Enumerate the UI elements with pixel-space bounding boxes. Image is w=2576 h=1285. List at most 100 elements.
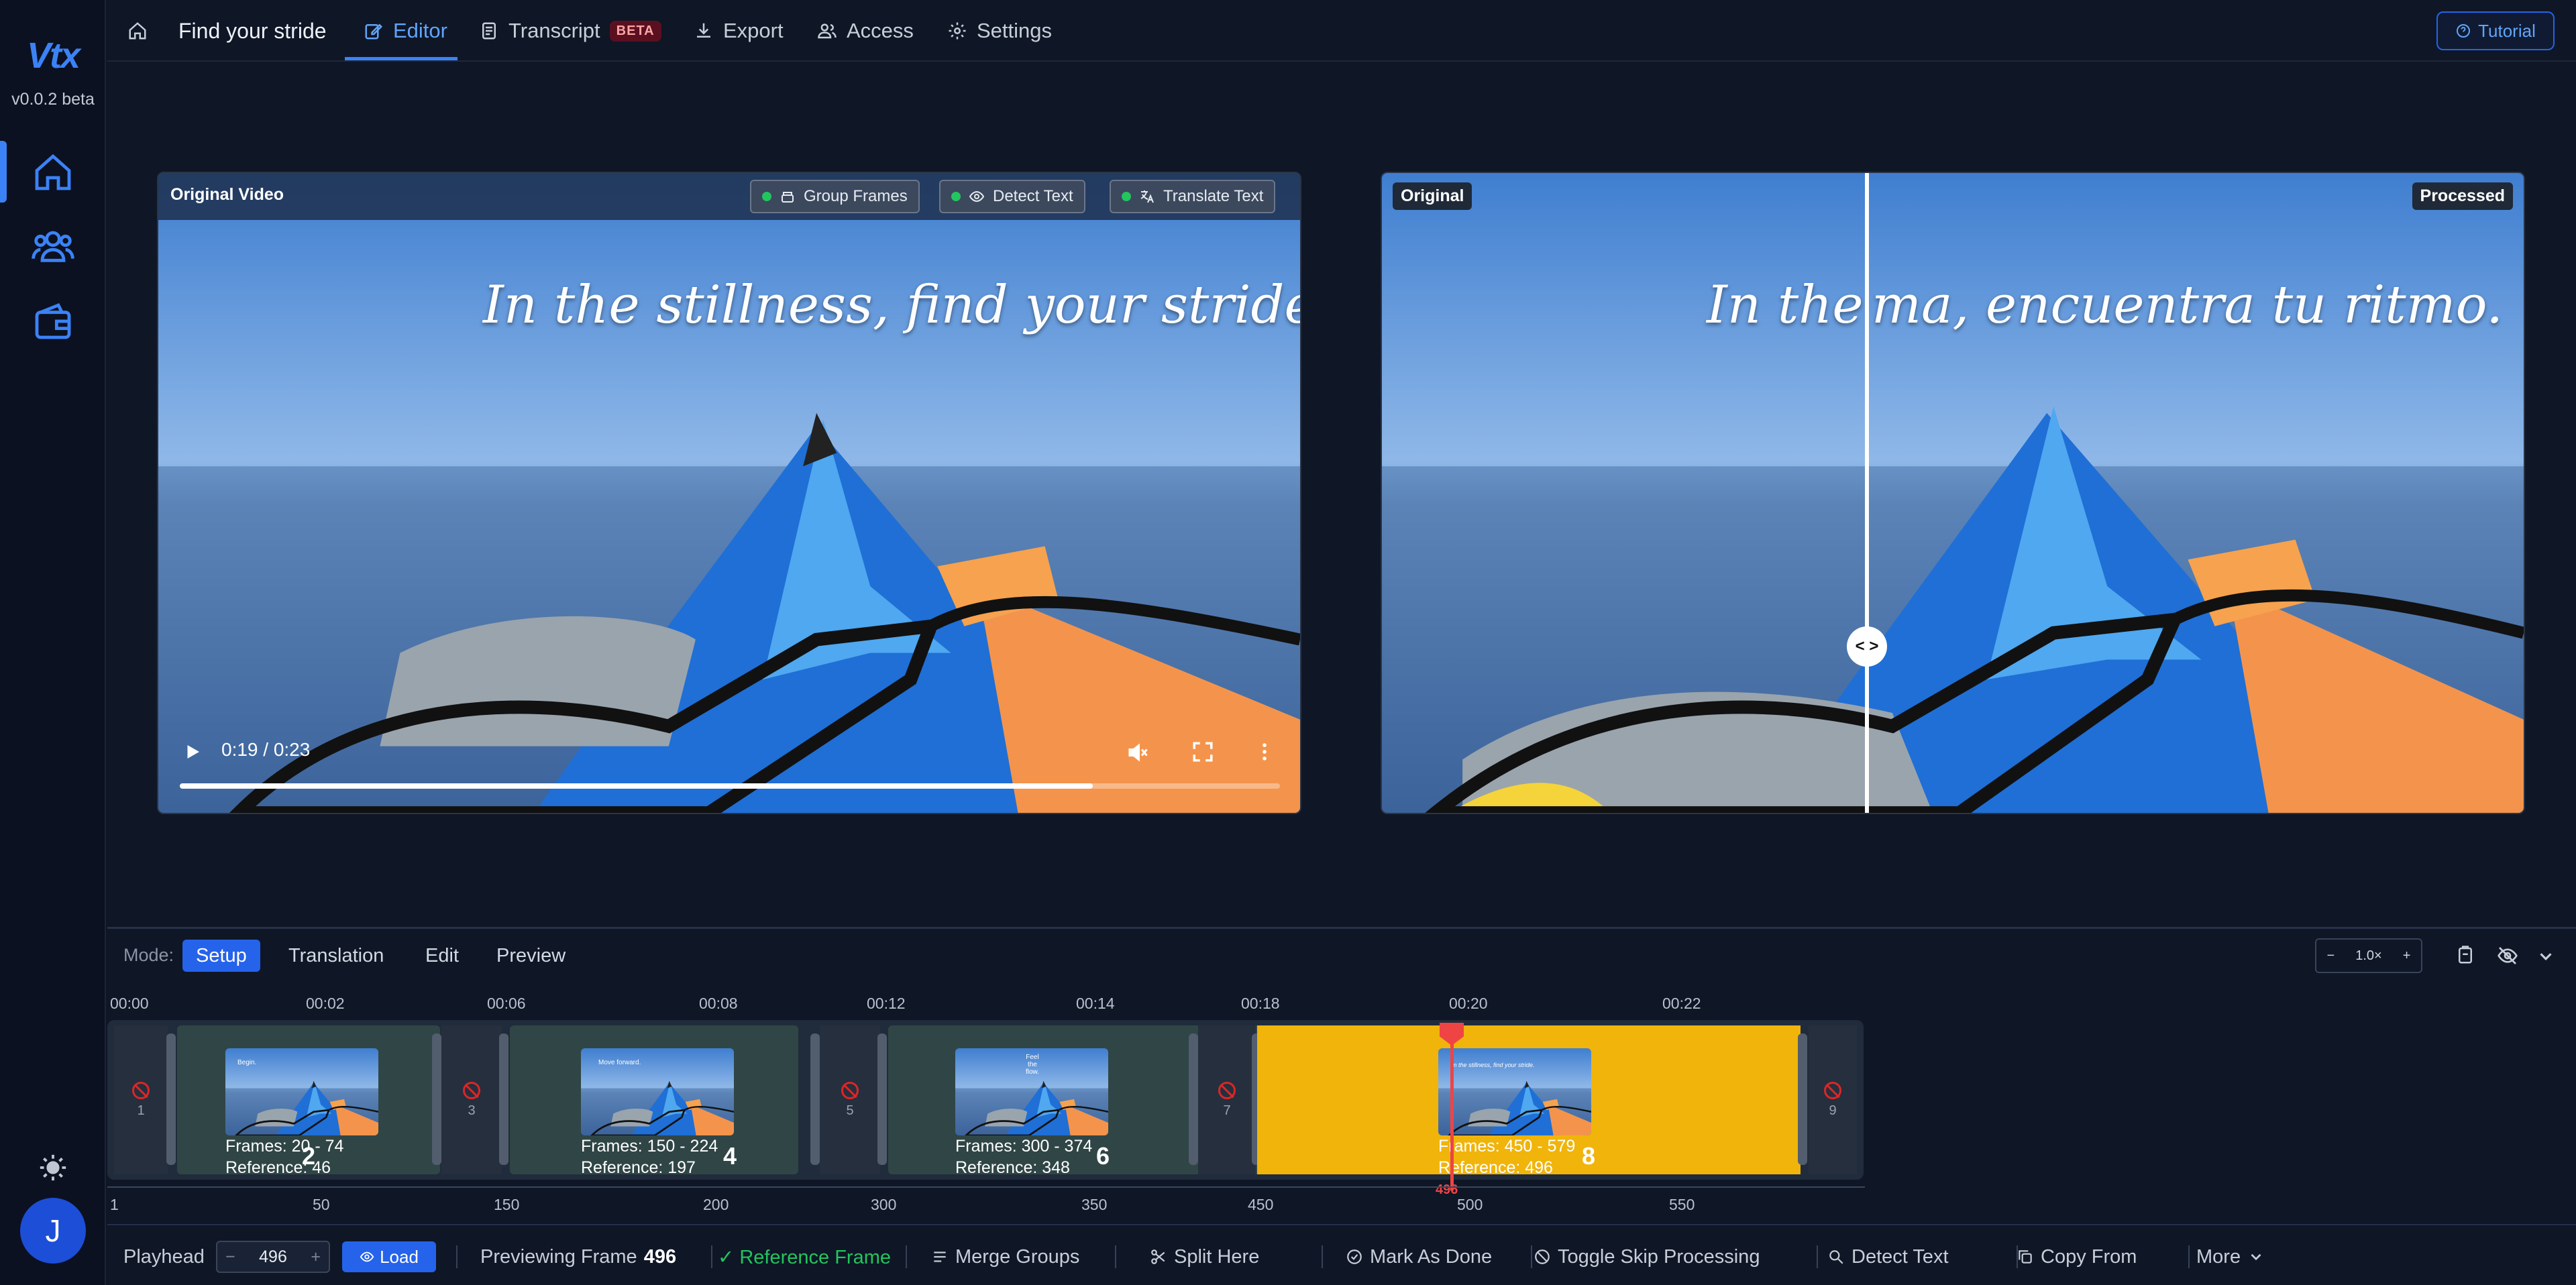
compare-divider[interactable] <box>1865 173 1869 813</box>
skip-gap[interactable]: 3 <box>441 1025 502 1174</box>
check-circle-icon <box>1347 1249 1362 1264</box>
group-frames: Frames: 450 - 579 <box>1438 1137 1576 1156</box>
tab-transcript[interactable]: Transcript BETA <box>479 0 661 62</box>
group-resize-handle[interactable] <box>432 1033 441 1165</box>
mute-button[interactable] <box>1126 740 1150 768</box>
download-icon <box>697 23 710 38</box>
group-number: 4 <box>723 1142 737 1170</box>
top-bar: Find your stride Editor Transcript BETA … <box>107 0 2576 62</box>
merge-groups-button[interactable]: Merge Groups <box>931 1225 1079 1285</box>
hide-overlay-button[interactable] <box>2497 945 2518 970</box>
mode-preview-button[interactable]: Preview <box>483 940 579 972</box>
home-icon <box>129 22 146 40</box>
play-button[interactable] <box>182 742 203 765</box>
list-icon <box>934 1251 946 1262</box>
tab-export[interactable]: Export <box>694 0 784 62</box>
frame-group-selected[interactable]: In the stillness, find your stride. Fram… <box>1257 1025 1801 1177</box>
tab-access[interactable]: Access <box>817 0 914 62</box>
playhead-stepper[interactable]: − 496 + <box>216 1241 330 1273</box>
video-progress-fill <box>180 783 1093 789</box>
skip-gap[interactable]: 9 <box>1809 1025 1857 1174</box>
user-avatar[interactable]: J <box>20 1198 86 1264</box>
users-icon <box>818 23 837 39</box>
previewing-label: Previewing Frame <box>480 1245 637 1268</box>
mode-label: Mode: <box>123 945 174 965</box>
detect-text-button[interactable]: Detect Text <box>1827 1225 1949 1285</box>
split-here-label: Split Here <box>1174 1245 1260 1268</box>
skip-icon <box>1824 1081 1841 1099</box>
divider <box>1115 1245 1116 1268</box>
mark-as-done-button[interactable]: Mark As Done <box>1346 1225 1492 1285</box>
home-icon <box>35 154 71 190</box>
time-tick: 00:02 <box>306 995 345 1012</box>
clipboard-button[interactable] <box>2455 945 2475 968</box>
detect-text-chip[interactable]: Detect Text <box>939 180 1085 213</box>
group-resize-handle[interactable] <box>166 1033 176 1165</box>
original-video-title: Original Video <box>170 185 284 204</box>
group-reference: Reference: 197 <box>581 1158 696 1177</box>
translate-text-chip[interactable]: Translate Text <box>1110 180 1276 213</box>
increment-button[interactable]: + <box>311 1247 321 1267</box>
group-resize-handle[interactable] <box>810 1033 820 1165</box>
group-number: 2 <box>302 1142 316 1170</box>
app-version: v0.0.2 beta <box>11 90 95 109</box>
sidebar-active-indicator <box>0 141 7 203</box>
playhead-input-value[interactable]: 496 <box>259 1247 287 1267</box>
load-button[interactable]: Load <box>342 1241 436 1272</box>
toggle-skip-processing-button[interactable]: Toggle Skip Processing <box>1534 1225 1760 1285</box>
mode-setup-button[interactable]: Setup <box>182 940 260 972</box>
frame-group[interactable]: Move forward. Frames: 150 - 224 Referenc… <box>510 1025 798 1177</box>
tab-settings[interactable]: Settings <box>947 0 1052 62</box>
eye-icon <box>969 190 985 203</box>
tab-transcript-label: Transcript <box>508 19 600 42</box>
mode-translation-button[interactable]: Translation <box>275 940 397 972</box>
tutorial-button[interactable]: Tutorial <box>2436 11 2555 50</box>
theme-toggle-icon[interactable] <box>38 1152 68 1183</box>
time-tick: 00:14 <box>1076 995 1115 1012</box>
tab-editor[interactable]: Editor <box>364 0 447 62</box>
previewing-frame: Previewing Frame 496 <box>480 1225 676 1285</box>
more-menu-button[interactable]: More <box>2196 1225 2265 1285</box>
fullscreen-icon <box>1193 742 1213 762</box>
compare-viewer[interactable]: In the ma, encuentra tu ritmo. Original … <box>1381 172 2525 814</box>
divider <box>1531 1245 1532 1268</box>
decrement-button[interactable]: − <box>225 1247 235 1267</box>
copy-from-button[interactable]: Copy From <box>2017 1225 2137 1285</box>
group-frames-chip[interactable]: Group Frames <box>750 180 920 213</box>
toggle-skip-label: Toggle Skip Processing <box>1558 1245 1760 1268</box>
mode-edit-button[interactable]: Edit <box>412 940 472 972</box>
group-resize-handle[interactable] <box>1798 1033 1807 1165</box>
edit-icon <box>365 23 383 40</box>
sidebar-item-wallet[interactable] <box>27 295 79 347</box>
video-progress-bar[interactable] <box>180 783 1280 789</box>
skip-icon <box>1218 1081 1236 1099</box>
sidebar-item-users[interactable] <box>27 220 79 272</box>
skip-gap[interactable]: 5 <box>820 1025 880 1174</box>
group-resize-handle[interactable] <box>499 1033 508 1165</box>
zoom-out-button[interactable]: − <box>2327 948 2335 964</box>
zoom-in-button[interactable]: + <box>2403 948 2411 964</box>
compare-slider-handle[interactable]: < > <box>1847 626 1887 667</box>
group-resize-handle[interactable] <box>1189 1033 1198 1165</box>
sidebar: Vtx v0.0.2 beta J <box>0 0 106 1285</box>
divider <box>906 1245 907 1268</box>
original-video-player[interactable]: In the stillness, find your stride. Orig… <box>157 172 1301 814</box>
more-options-button[interactable] <box>1253 740 1276 767</box>
home-button[interactable] <box>127 0 148 62</box>
app-logo[interactable]: Vtx <box>0 35 106 76</box>
sidebar-item-home[interactable] <box>27 146 79 199</box>
scissors-icon <box>1151 1249 1165 1264</box>
skip-icon <box>132 1081 150 1099</box>
clipboard-icon <box>2459 946 2472 964</box>
tab-editor-label: Editor <box>393 19 447 42</box>
skip-gap[interactable]: 1 <box>114 1025 168 1174</box>
playhead-line[interactable] <box>1450 1027 1454 1190</box>
split-here-button[interactable]: Split Here <box>1150 1225 1259 1285</box>
status-dot <box>951 192 961 201</box>
skip-gap[interactable]: 7 <box>1198 1025 1256 1174</box>
gap-number: 1 <box>137 1103 145 1118</box>
group-resize-handle[interactable] <box>877 1033 887 1165</box>
frame-group[interactable]: Begin. Frames: 20 - 74 Reference: 46 2 <box>177 1025 440 1177</box>
collapse-button[interactable] <box>2536 946 2556 970</box>
fullscreen-button[interactable] <box>1191 740 1214 767</box>
